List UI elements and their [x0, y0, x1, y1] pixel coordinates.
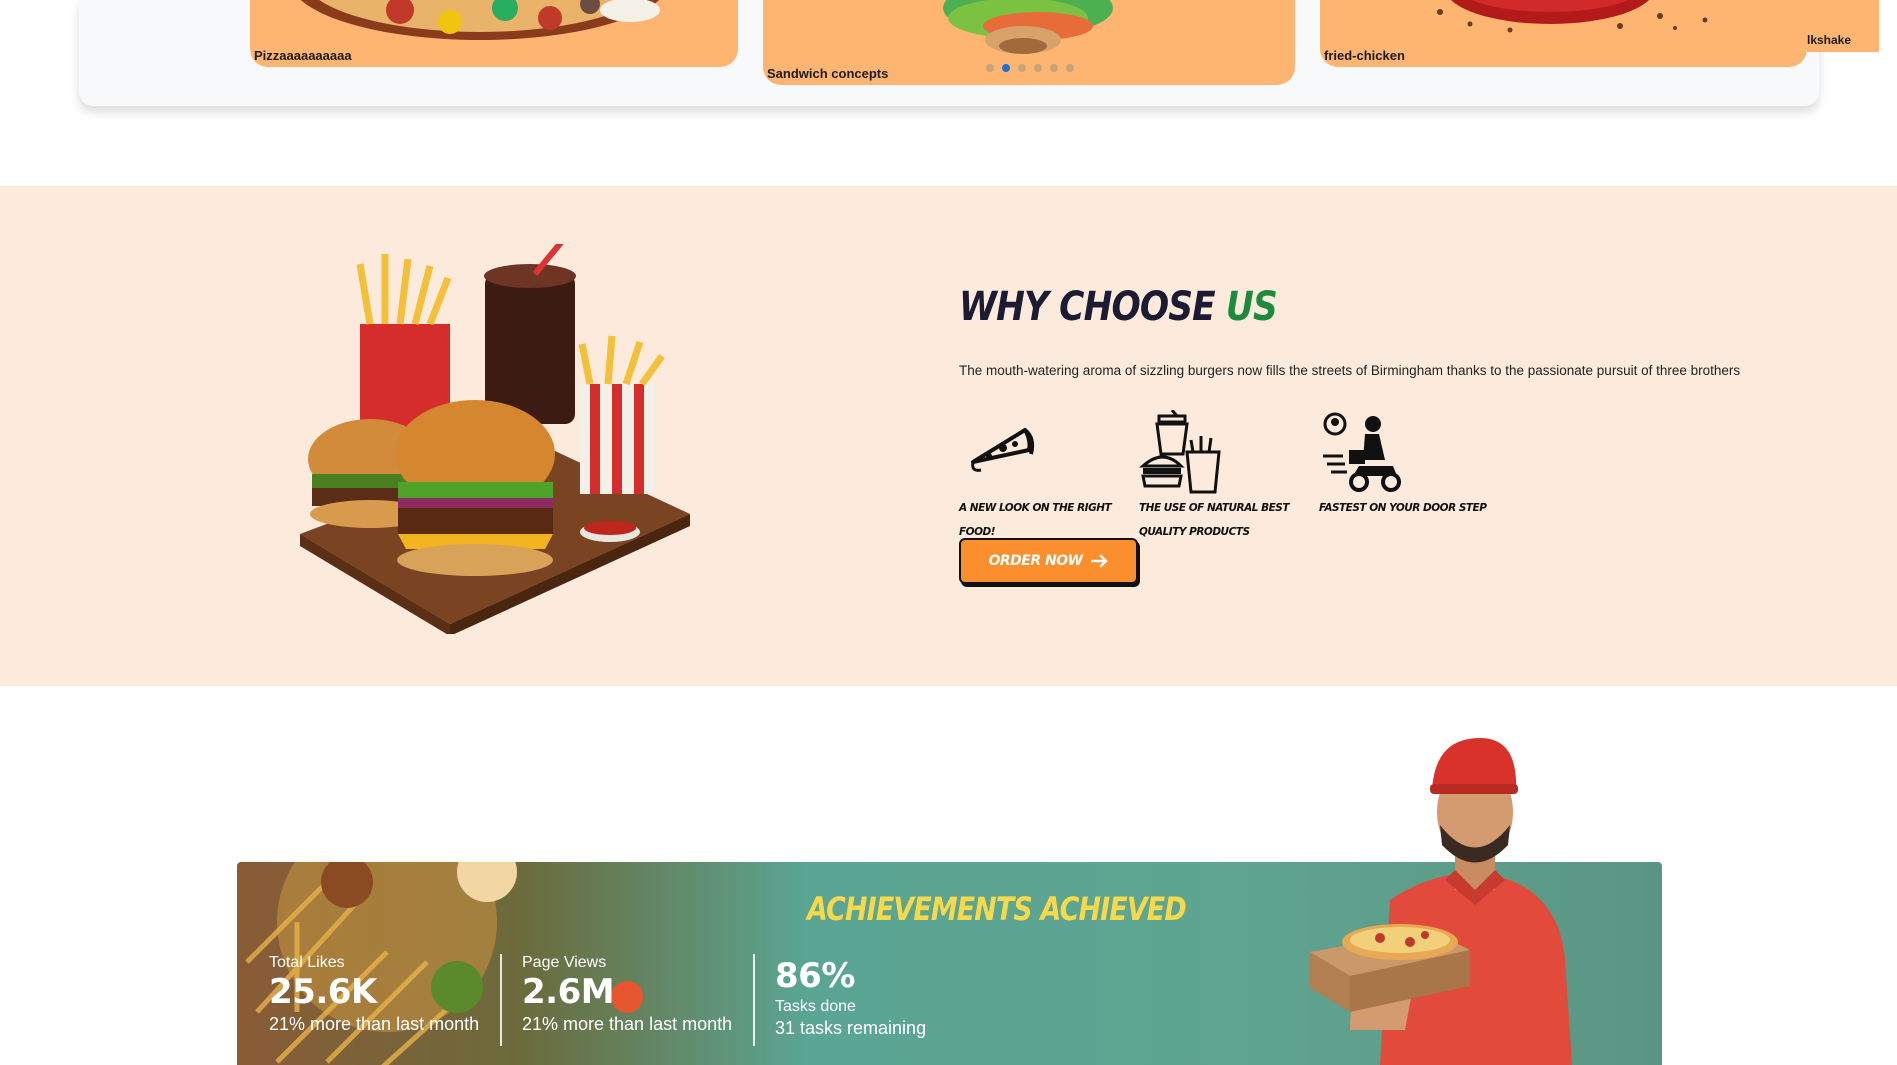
stat-divider: [753, 954, 755, 1046]
stat-label: Total Likes: [269, 954, 345, 971]
carousel-pagination: [986, 64, 1074, 72]
order-now-button[interactable]: ORDER NOW: [959, 538, 1138, 584]
delivery-scooter-icon: [1323, 412, 1401, 492]
carousel-dot[interactable]: [986, 64, 994, 72]
order-button-label: ORDER NOW: [988, 553, 1083, 569]
carousel-dot[interactable]: [1018, 64, 1026, 72]
delivery-man-with-pizza-image: [1310, 738, 1572, 1065]
carousel-card-sandwich[interactable]: Sandwich concepts: [763, 0, 1295, 85]
stat-divider: [500, 954, 502, 1046]
burger-fries-drink-icon: [1139, 410, 1221, 494]
stat-sub: 21% more than last month: [269, 1014, 480, 1034]
feature-natural-products: The use of natural best quality products: [1139, 410, 1309, 544]
carousel-dot-active[interactable]: [1002, 64, 1010, 72]
carousel-dot[interactable]: [1034, 64, 1042, 72]
stat-label: Page Views: [522, 954, 607, 971]
pizza-slice-icon: [971, 428, 1035, 472]
stat-value: 2.6M: [522, 972, 615, 1012]
stat-total-likes: Total Likes 25.6K 21% more than last mon…: [269, 954, 479, 1035]
carousel-dot[interactable]: [1050, 64, 1058, 72]
stat-value: 86%: [775, 956, 855, 996]
carousel-dot[interactable]: [1066, 64, 1074, 72]
stat-sub: 31 tasks remaining: [775, 1018, 927, 1038]
card-label: fried-chicken: [1324, 48, 1405, 63]
carousel-card-pizza[interactable]: Pizzaaaaaaaaaa: [250, 0, 738, 67]
section-title: WHY CHOOSE US: [959, 284, 1278, 330]
card-label: Sandwich concepts: [767, 66, 889, 81]
arrow-right-icon: [1090, 554, 1107, 568]
achievements-title: ACHIEVEMENTS ACHIEVED: [807, 890, 1187, 928]
stat-sub: 21% more than last month: [522, 1014, 733, 1034]
stat-tasks-done: 86% Tasks done 31 tasks remaining: [775, 956, 926, 1039]
section-description: The mouth-watering aroma of sizzling bur…: [959, 363, 1741, 378]
feature-fast-delivery: Fastest on your door step: [1319, 410, 1489, 520]
feature-label: The use of natural best quality products: [1139, 502, 1290, 538]
card-label: lkshake: [1807, 33, 1852, 47]
why-choose-us-section: WHY CHOOSE US The mouth-watering aroma o…: [0, 186, 1897, 686]
stat-value: 25.6K: [269, 972, 377, 1012]
burger-fries-platter-image: [300, 244, 690, 634]
food-category-carousel: Pizzaaaaaaaaaa Sandwich concepts fried-c…: [79, 0, 1879, 106]
feature-right-food: A new look on the right food!: [959, 410, 1129, 544]
stat-label: Tasks done: [775, 998, 856, 1015]
carousel-card-fried-chicken[interactable]: fried-chicken: [1320, 0, 1807, 67]
stat-page-views: Page Views 2.6M 21% more than last month: [522, 954, 732, 1035]
title-main: WHY CHOOSE: [959, 284, 1226, 330]
title-accent: US: [1225, 284, 1278, 330]
card-label: Pizzaaaaaaaaaa: [254, 48, 352, 63]
carousel-card-milkshake[interactable]: lkshake: [1807, 0, 1879, 52]
feature-label: A new look on the right food!: [959, 502, 1112, 538]
feature-label: Fastest on your door step: [1319, 502, 1487, 514]
